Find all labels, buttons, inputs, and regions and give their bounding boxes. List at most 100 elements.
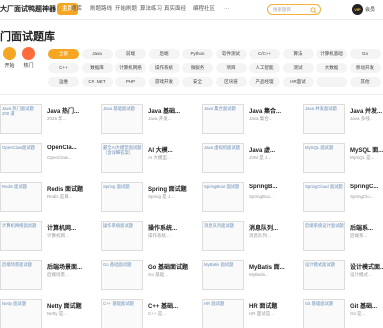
question-bank-card[interactable]: 最全AI大模型面试题（含详细答案） AI 大模... AI 大模型... xyxy=(101,143,197,179)
card-thumbnail[interactable]: Java 集合面试题 xyxy=(202,104,244,134)
card-title[interactable]: 操作系统... xyxy=(148,223,197,232)
question-bank-card[interactable]: C++ 基础面试题 C++ 基础... C++ 是... xyxy=(101,299,197,328)
card-thumbnail[interactable]: Java 热门面试题 200 道 xyxy=(0,104,42,134)
category-tag[interactable]: 计算机网络 xyxy=(115,63,146,73)
search-input[interactable]: 搜索题目 xyxy=(267,4,321,15)
nav-item[interactable]: 开始刷题 xyxy=(115,3,137,15)
card-title[interactable]: SpringC... xyxy=(350,184,383,190)
category-tag[interactable]: 运维 xyxy=(48,77,79,87)
search-icon[interactable] xyxy=(310,6,317,14)
nav-item[interactable]: 刷题路线 xyxy=(90,3,112,15)
category-tag[interactable]: C# .NET xyxy=(81,77,113,87)
nav-item[interactable]: 编程社区 xyxy=(193,3,215,15)
question-bank-card[interactable]: 设计模式面试题 设计模式面... 设计模式... xyxy=(303,260,383,296)
card-title[interactable]: 计算机网... xyxy=(47,223,96,232)
card-thumbnail[interactable]: 消息队列面试题 xyxy=(202,221,244,251)
card-thumbnail[interactable]: SpringCloud 面试题 xyxy=(303,182,345,212)
card-thumbnail[interactable]: 设计模式面试题 xyxy=(303,260,345,290)
card-title[interactable]: Spring 面试题 xyxy=(148,184,197,193)
question-bank-card[interactable]: 消息队列面试题 消息队列... 消息队列... xyxy=(202,221,298,257)
category-tag[interactable]: 游戏开发 xyxy=(148,77,180,87)
question-bank-card[interactable]: SpringCloud 面试题 SpringC... SpringClo... xyxy=(303,182,383,218)
question-bank-card[interactable]: Git 基础面试题 Git 基础... Git 是... xyxy=(303,299,383,328)
question-bank-card[interactable]: Java 热门面试题 200 道 Java 热门... 2025 年... xyxy=(0,104,96,140)
category-tag[interactable] xyxy=(316,77,347,87)
card-title[interactable]: HR 面试题 xyxy=(249,301,298,310)
card-title[interactable]: Go 基础面试题 xyxy=(148,262,197,271)
card-title[interactable]: Java 热门... xyxy=(47,106,96,115)
category-tag[interactable]: 大数据 xyxy=(316,63,347,73)
card-thumbnail[interactable]: 后端场景面试题 xyxy=(0,260,42,290)
category-tag[interactable]: Go xyxy=(349,49,381,59)
card-title[interactable]: 设计模式面... xyxy=(350,262,383,271)
card-title[interactable]: Redis 面试题 xyxy=(47,184,96,193)
category-tag[interactable]: 全部 xyxy=(48,49,79,59)
category-tag[interactable]: 安全 xyxy=(182,77,213,87)
category-tag[interactable]: Python xyxy=(182,49,213,59)
card-title[interactable]: Git 基础... xyxy=(350,301,383,310)
left-tab[interactable]: 热门 xyxy=(20,47,37,69)
card-title[interactable]: 后端场景面... xyxy=(47,262,96,271)
category-tag[interactable]: 人工智能 xyxy=(249,63,280,73)
card-thumbnail[interactable]: MyBatis 面试题 xyxy=(202,260,244,290)
category-tag[interactable]: Java xyxy=(81,49,113,59)
card-thumbnail[interactable]: 最全AI大模型面试题（含详细答案） xyxy=(101,143,143,173)
category-tag[interactable]: 区块链 xyxy=(215,77,247,87)
question-bank-card[interactable]: Netty 面试题 Netty 面试题 Netty 是... xyxy=(0,299,96,328)
vip-badge-icon[interactable]: VIP xyxy=(352,4,363,15)
card-title[interactable]: MySQL 面... xyxy=(350,145,383,154)
card-thumbnail[interactable]: Git 基础面试题 xyxy=(303,299,345,328)
question-bank-card[interactable]: HR 面试题 HR 面试题 HR 面试是... xyxy=(202,299,298,328)
category-tag[interactable]: 算法 xyxy=(282,49,314,59)
card-thumbnail[interactable]: MySQL 面试题 xyxy=(303,143,345,173)
category-tag[interactable]: 测试 xyxy=(282,63,314,73)
question-bank-card[interactable]: 操作系统面试题 操作系统... 操作系统... xyxy=(101,221,197,257)
nav-item[interactable]: 真实面经 xyxy=(164,3,186,15)
card-thumbnail[interactable]: SpringBoot 面试题 xyxy=(202,182,244,212)
question-bank-card[interactable]: Redis 面试题 Redis 面试题 Redis 是目... xyxy=(0,182,96,218)
category-tag[interactable]: HR面试 xyxy=(282,77,314,87)
category-tag[interactable]: 计算机基础 xyxy=(316,49,347,59)
question-bank-card[interactable]: Go 基础面试题 Go 基础面试题 Go 基础... xyxy=(101,260,197,296)
card-thumbnail[interactable]: HR 面试题 xyxy=(202,299,244,328)
question-bank-card[interactable]: Java 并发面试题 Java 并发... Java 多线... xyxy=(303,104,383,140)
card-thumbnail[interactable]: 操作系统面试题 xyxy=(101,221,143,251)
card-title[interactable]: C++ 基础... xyxy=(148,301,197,310)
card-thumbnail[interactable]: Netty 面试题 xyxy=(0,299,42,328)
category-tag[interactable]: 产品经理 xyxy=(249,77,280,87)
question-bank-card[interactable]: OpenClaw面试题 OpenCla... OpenClaw... xyxy=(0,143,96,179)
card-title[interactable]: OpenCla... xyxy=(47,145,96,151)
nav-item[interactable]: 算法练习 xyxy=(140,3,162,15)
question-bank-card[interactable]: MyBatis 面试题 MyBatis 面... MyBatis... xyxy=(202,260,298,296)
category-tag[interactable]: 项目 xyxy=(215,63,247,73)
card-thumbnail[interactable]: OpenClaw面试题 xyxy=(0,143,42,173)
card-title[interactable]: Netty 面试题 xyxy=(47,301,96,310)
card-thumbnail[interactable]: Spring 面试题 xyxy=(101,182,143,212)
card-title[interactable]: AI 大模... xyxy=(148,145,197,154)
category-tag[interactable]: 后端 xyxy=(148,49,180,59)
category-tag[interactable]: C/C++ xyxy=(249,49,280,59)
category-tag[interactable]: 微服务 xyxy=(182,63,213,73)
category-tag[interactable]: 其他 xyxy=(349,77,381,87)
category-tag[interactable]: 数据库 xyxy=(81,63,113,73)
nav-item[interactable]: 题库 xyxy=(71,3,82,15)
card-title[interactable]: Java 基础... xyxy=(148,106,197,115)
question-bank-card[interactable]: 计算机网络面试题 计算机网... 计算机网... xyxy=(0,221,96,257)
card-thumbnail[interactable]: Java 虚拟机面试题 xyxy=(202,143,244,173)
card-title[interactable]: 后端系... xyxy=(350,223,383,232)
category-tag[interactable]: 软件测试 xyxy=(215,49,247,59)
card-thumbnail[interactable]: Java 基础面试题 xyxy=(101,104,143,134)
left-tab[interactable]: 开始 xyxy=(1,47,18,69)
category-tag[interactable]: 操作系统 xyxy=(148,63,180,73)
card-thumbnail[interactable]: Java 并发面试题 xyxy=(303,104,345,134)
card-thumbnail[interactable]: Go 基础面试题 xyxy=(101,260,143,290)
card-title[interactable]: 消息队列... xyxy=(249,223,298,232)
card-title[interactable]: MyBatis 面... xyxy=(249,262,298,271)
category-tag[interactable]: PHP xyxy=(115,77,146,87)
question-bank-card[interactable]: Java 虚拟机面试题 Java 虚... JVM 是 J... xyxy=(202,143,298,179)
card-thumbnail[interactable]: C++ 基础面试题 xyxy=(101,299,143,328)
question-bank-card[interactable]: 后端系统设计面试题 后端系... 后端系... xyxy=(303,221,383,257)
category-tag[interactable]: 移动开发 xyxy=(349,63,381,73)
question-bank-card[interactable]: Java 基础面试题 Java 基础... Java 开发... xyxy=(101,104,197,140)
card-thumbnail[interactable]: 计算机网络面试题 xyxy=(0,221,42,251)
